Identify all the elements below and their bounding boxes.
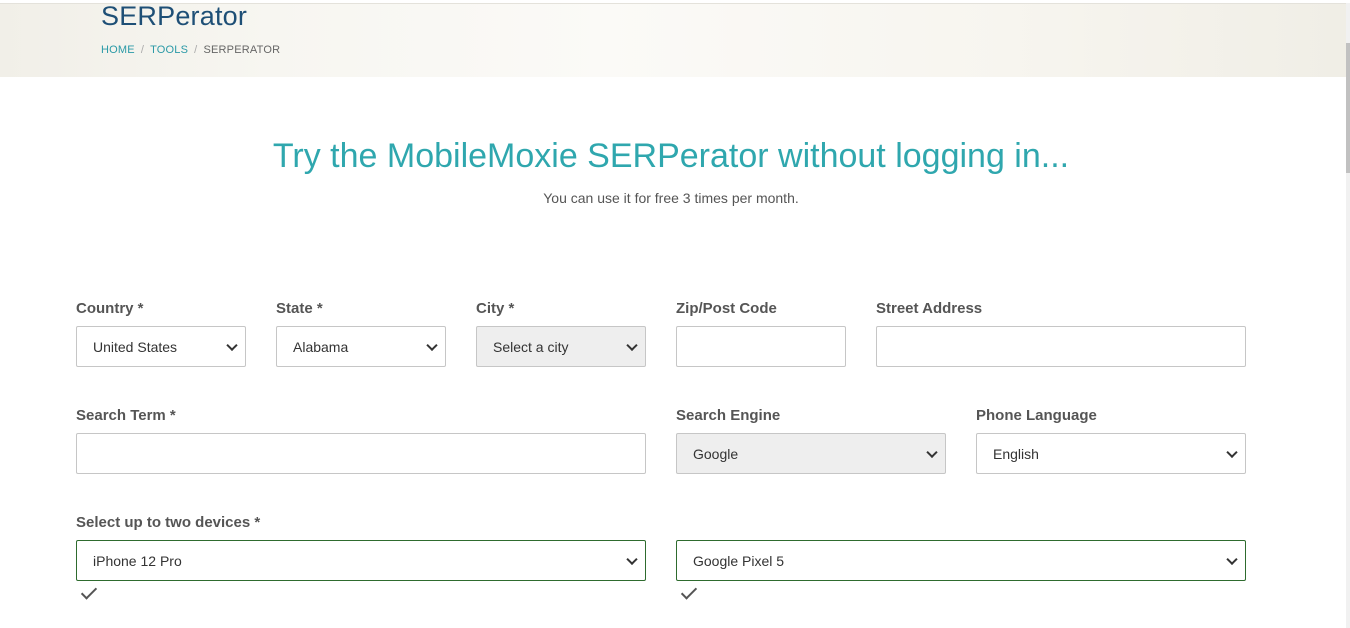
- chevron-down-icon: [626, 553, 638, 565]
- breadcrumb-tools-link[interactable]: TOOLS: [150, 44, 188, 56]
- device-1-value: iPhone 12 Pro: [93, 552, 182, 569]
- search-engine-value: Google: [693, 445, 739, 462]
- page-header: SERPerator HOME / TOOLS / SERPERATOR: [0, 1, 1346, 77]
- city-select[interactable]: Select a city: [476, 326, 646, 367]
- chevron-down-icon: [226, 339, 238, 351]
- country-value: United States: [93, 338, 178, 355]
- hero-subtitle: You can use it for free 3 times per mont…: [543, 190, 799, 206]
- phone-language-select[interactable]: English: [976, 433, 1246, 474]
- breadcrumb-separator: /: [194, 44, 198, 56]
- zip-label: Zip/Post Code: [676, 300, 777, 317]
- page-title: SERPerator: [101, 1, 248, 31]
- scrollbar-thumb[interactable]: [1346, 43, 1350, 173]
- phone-language-label: Phone Language: [976, 407, 1097, 424]
- breadcrumb-separator: /: [140, 44, 145, 56]
- chevron-down-icon: [426, 339, 438, 351]
- chevron-down-icon: [926, 446, 938, 458]
- chevron-down-icon: [1226, 553, 1238, 565]
- chevron-down-icon: [626, 339, 638, 351]
- state-select[interactable]: Alabama: [276, 326, 446, 367]
- checkmark-icon: [680, 583, 698, 600]
- breadcrumb-home-link[interactable]: HOME: [101, 44, 135, 56]
- street-address-input[interactable]: [876, 326, 1246, 367]
- breadcrumb: HOME / TOOLS / SERPERATOR: [101, 44, 280, 56]
- street-address-label: Street Address: [876, 300, 983, 317]
- devices-label: Select up to two devices *: [76, 514, 261, 531]
- device-2-select[interactable]: Google Pixel 5: [676, 540, 1246, 581]
- hero-title: Try the MobileMoxie SERPerator without l…: [272, 137, 1070, 175]
- zip-input[interactable]: [676, 326, 846, 367]
- page-scrollbar[interactable]: [1346, 3, 1350, 628]
- search-engine-label: Search Engine: [676, 407, 781, 424]
- breadcrumb-current: SERPERATOR: [203, 44, 281, 56]
- chevron-down-icon: [1226, 446, 1238, 458]
- state-value: Alabama: [293, 338, 349, 355]
- phone-language-value: English: [993, 445, 1039, 462]
- city-label: City *: [476, 300, 515, 317]
- search-engine-select[interactable]: Google: [676, 433, 946, 474]
- checkmark-icon: [80, 583, 98, 600]
- state-label: State *: [276, 300, 323, 317]
- city-value: Select a city: [493, 338, 569, 355]
- device-2-value: Google Pixel 5: [693, 552, 785, 569]
- search-term-label: Search Term *: [76, 407, 176, 424]
- search-term-input[interactable]: [76, 433, 646, 474]
- country-select[interactable]: United States: [76, 326, 246, 367]
- country-label: Country *: [76, 300, 144, 317]
- device-1-select[interactable]: iPhone 12 Pro: [76, 540, 646, 581]
